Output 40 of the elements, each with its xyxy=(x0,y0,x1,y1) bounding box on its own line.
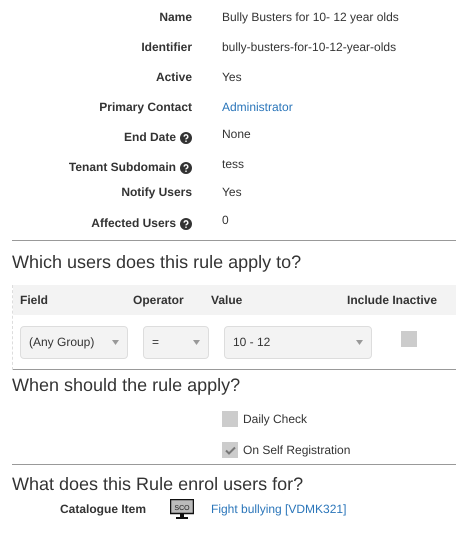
field-value: Yes xyxy=(222,70,242,85)
help-icon xyxy=(180,132,192,144)
caret-icon xyxy=(193,340,200,344)
field-value: None xyxy=(222,127,251,142)
field-label: Active xyxy=(156,70,192,85)
column-header: Operator xyxy=(133,292,185,309)
column-header: Include Inactive xyxy=(347,292,438,309)
field-label: Primary Contact xyxy=(99,100,192,115)
section-heading: When should the rule apply? xyxy=(12,375,242,395)
help-icon xyxy=(180,218,192,230)
check-icon xyxy=(224,446,236,454)
caret-icon xyxy=(356,340,363,344)
dropdown[interactable]: (Any Group) xyxy=(20,326,128,358)
field-value: 0 xyxy=(222,213,229,228)
field-label: End Date xyxy=(124,130,176,145)
checkbox[interactable] xyxy=(401,331,417,347)
field-label: Name xyxy=(159,10,192,25)
section-heading: What does this Rule enrol users for? xyxy=(12,474,304,494)
checkbox[interactable] xyxy=(222,442,238,458)
field-value: Bully Busters for 10- 12 year olds xyxy=(222,10,399,25)
dropdown[interactable]: = xyxy=(143,326,209,358)
field-label: Tenant Subdomain xyxy=(68,160,176,175)
help-icon xyxy=(180,162,192,174)
column-header: Field xyxy=(20,292,50,309)
field-value: tess xyxy=(222,157,244,172)
field-label: Notify Users xyxy=(121,185,192,200)
checkbox-label: On Self Registration xyxy=(243,442,350,458)
field-label: Catalogue Item xyxy=(60,502,146,516)
dropdown[interactable]: 10 - 12 xyxy=(224,326,372,358)
checkbox-label: Daily Check xyxy=(243,412,308,426)
section-heading: Which users does this rule apply to? xyxy=(12,252,302,272)
column-header: Value xyxy=(211,292,244,309)
field-value: bully-busters-for-10-12-year-olds xyxy=(222,40,396,55)
caret-icon xyxy=(112,340,119,344)
field-value: Yes xyxy=(222,185,242,200)
field-label: Affected Users xyxy=(91,216,176,231)
field-label: Identifier xyxy=(141,40,192,55)
checkbox[interactable] xyxy=(222,411,238,427)
contact-link[interactable]: Administrator xyxy=(222,100,293,115)
catalogue-link[interactable]: Fight bullying [VDMK321] xyxy=(211,502,346,516)
